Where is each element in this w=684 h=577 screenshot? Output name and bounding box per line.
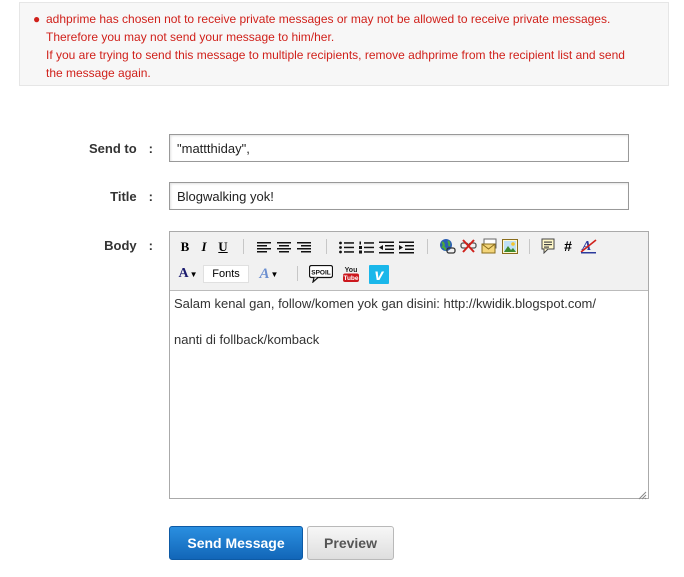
youtube-icon[interactable]: You Tube [341,264,361,284]
title-label: Title: [110,189,153,204]
title-row: Title: [0,182,684,210]
send-to-label: Send to: [88,141,153,156]
insert-link-icon[interactable] [438,237,456,255]
indent-icon[interactable] [398,238,414,256]
preview-label: Preview [324,535,377,551]
underline-icon[interactable]: U [216,238,230,256]
outdent-icon[interactable] [378,238,394,256]
title-input[interactable] [169,182,629,210]
italic-icon[interactable]: I [197,238,211,256]
quote-icon[interactable] [539,237,557,255]
chevron-down-icon: ▼ [270,269,279,279]
numbered-list-icon[interactable] [358,238,374,256]
image-icon[interactable] [501,237,519,255]
error-line-2: Therefore you may not send your message … [46,30,335,44]
send-to-row: Send to: [0,134,684,162]
toolbar-separator [326,239,327,254]
vimeo-icon[interactable]: v [368,264,390,284]
align-center-icon[interactable] [276,238,292,256]
font-size-letter: A [259,265,270,282]
hash-icon[interactable]: # [560,237,576,255]
bold-icon[interactable]: B [178,238,192,256]
resize-handle[interactable] [638,488,647,500]
align-right-icon[interactable] [296,238,312,256]
editor-toolbar: B I U # A ▼ Fonts A ▼ SPOIL You Tube v [170,232,648,290]
error-line-3: If you are trying to send this message t… [46,48,625,62]
font-size-icon[interactable]: A ▼ [257,265,281,283]
align-left-icon[interactable] [256,238,272,256]
spoiler-label: SPOIL [311,270,331,277]
send-message-label: Send Message [187,535,285,551]
message-editor: B I U # A ▼ Fonts A ▼ SPOIL You Tube v S… [169,231,649,500]
error-notice: ● adhprime has chosen not to receive pri… [19,2,669,86]
fonts-label: Fonts [212,268,240,280]
message-body-textarea[interactable]: Salam kenal gan, follow/komen yok gan di… [170,290,648,498]
remove-format-icon[interactable]: A [579,237,597,255]
error-bullet: ● [33,12,41,26]
email-icon[interactable] [480,237,498,255]
spoiler-icon[interactable]: SPOIL [309,264,333,284]
toolbar-separator [243,239,244,254]
error-line-1: adhprime has chosen not to receive priva… [46,12,611,26]
body-label: Body: [104,238,153,253]
bulleted-list-icon[interactable] [338,238,354,256]
vimeo-label: v [375,267,385,284]
toolbar-separator [427,239,428,254]
font-color-letter: A [178,266,189,281]
remove-link-icon[interactable] [459,237,477,255]
youtube-label-top: You [345,267,358,274]
error-line-4: the message again. [46,66,151,80]
chevron-down-icon: ▼ [189,269,198,279]
toolbar-separator [297,266,298,281]
fonts-dropdown[interactable]: Fonts [203,265,249,283]
font-color-icon[interactable]: A ▼ [177,265,199,283]
youtube-label-bottom: Tube [343,275,358,282]
preview-button[interactable]: Preview [307,526,394,560]
send-message-button[interactable]: Send Message [169,526,303,560]
toolbar-separator [529,239,530,254]
send-to-input[interactable] [169,134,629,162]
